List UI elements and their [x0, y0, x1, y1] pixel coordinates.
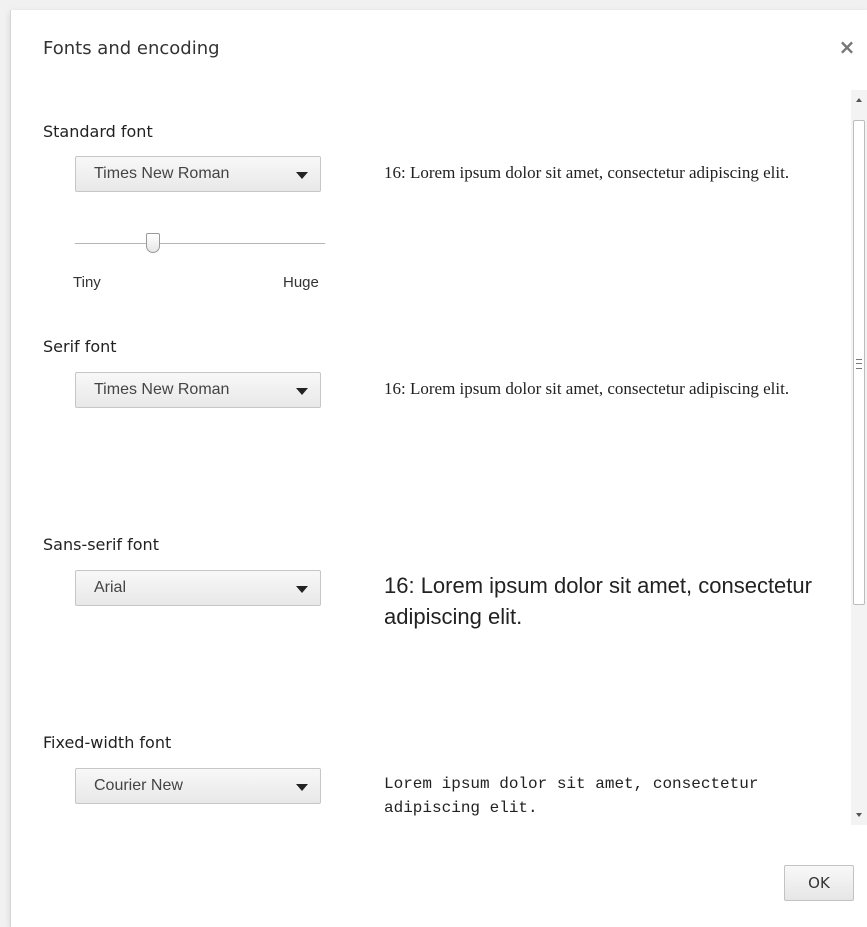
fixed-width-font-label: Fixed-width font: [43, 733, 172, 752]
slider-max-label: Huge: [283, 274, 319, 291]
sans-serif-font-value: Arial: [94, 579, 127, 596]
ok-button[interactable]: OK: [784, 865, 854, 901]
chevron-down-icon: [296, 388, 308, 395]
standard-font-preview: 16: Lorem ipsum dolor sit amet, consecte…: [384, 163, 790, 182]
settings-content: Standard font Times New Roman 16: Lorem …: [11, 90, 851, 825]
sans-serif-font-preview: 16: Lorem ipsum dolor sit amet, consecte…: [384, 573, 812, 629]
dialog-title: Fonts and encoding: [43, 38, 220, 59]
slider-min-label: Tiny: [73, 274, 101, 291]
font-size-slider[interactable]: [75, 233, 325, 253]
grip-icon: [856, 359, 862, 369]
standard-font-value: Times New Roman: [94, 165, 230, 182]
fixed-width-font-preview: Lorem ipsum dolor sit amet, consectetur …: [384, 775, 759, 817]
chevron-down-icon: [296, 586, 308, 593]
scrollbar[interactable]: [851, 90, 867, 825]
chevron-down-icon: [296, 172, 308, 179]
close-icon[interactable]: ×: [836, 36, 858, 58]
serif-font-preview: 16: Lorem ipsum dolor sit amet, consecte…: [384, 379, 790, 398]
serif-font-value: Times New Roman: [94, 381, 230, 398]
standard-font-label: Standard font: [43, 122, 153, 141]
fixed-width-font-select[interactable]: Courier New: [75, 768, 321, 804]
chevron-down-icon: [296, 784, 308, 791]
standard-font-select[interactable]: Times New Roman: [75, 156, 321, 192]
slider-thumb[interactable]: [145, 233, 160, 253]
fonts-dialog: Fonts and encoding × Standard font Times…: [10, 10, 867, 927]
arrow-down-icon[interactable]: [856, 813, 862, 817]
sans-serif-font-label: Sans-serif font: [43, 535, 159, 554]
arrow-up-icon[interactable]: [856, 98, 862, 102]
scroll-thumb[interactable]: [853, 120, 865, 605]
serif-font-select[interactable]: Times New Roman: [75, 372, 321, 408]
sans-serif-font-select[interactable]: Arial: [75, 570, 321, 606]
serif-font-label: Serif font: [43, 337, 117, 356]
fixed-width-font-value: Courier New: [94, 777, 183, 794]
